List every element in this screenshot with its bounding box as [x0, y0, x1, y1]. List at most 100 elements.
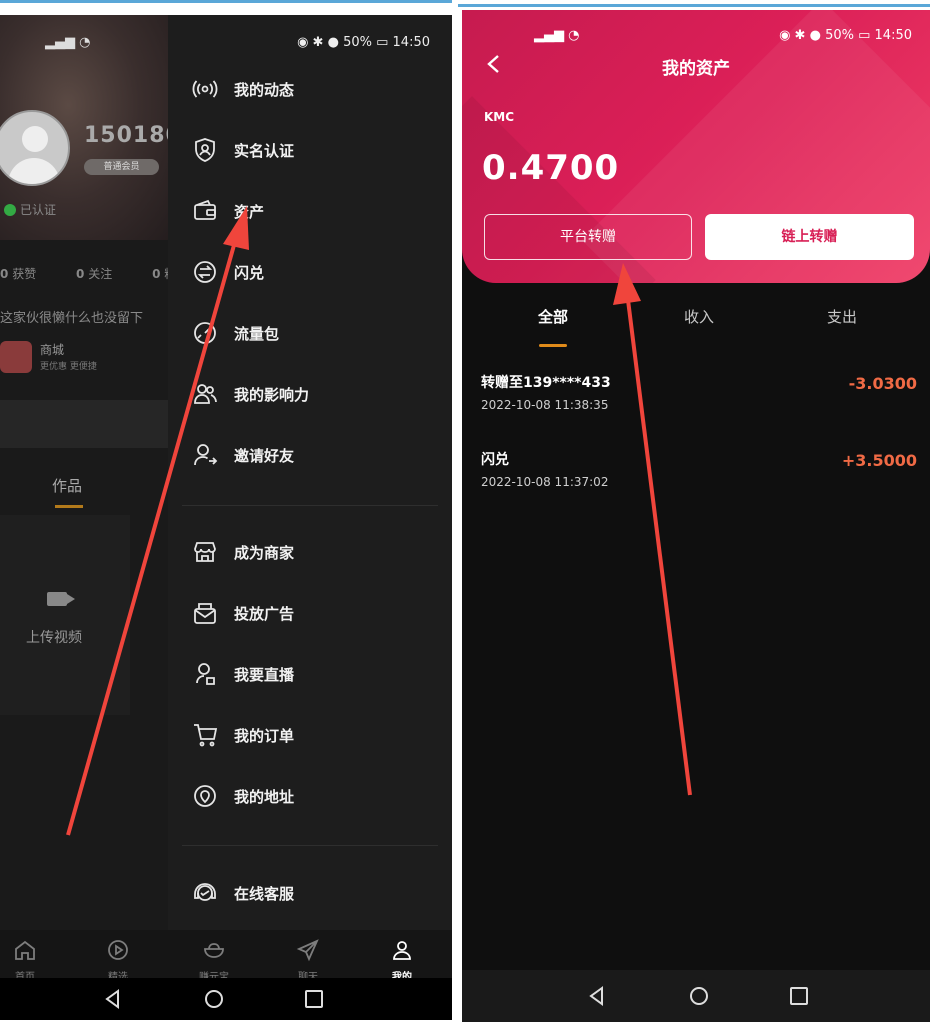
drawer-item-assets[interactable]: 资产: [190, 191, 440, 231]
nav-featured[interactable]: 精选: [88, 938, 148, 983]
transaction-row[interactable]: 闪兑 2022-10-08 11:37:02 +3.5000: [481, 449, 917, 499]
play-icon: [108, 940, 128, 960]
ingot-icon: [204, 943, 224, 958]
nav-mine[interactable]: 我的: [372, 938, 432, 983]
drawer-label: 我的订单: [234, 726, 295, 745]
verified-status: 已认证: [4, 201, 56, 218]
recents-square-icon[interactable]: [788, 985, 810, 1007]
drawer-item-orders[interactable]: 我的订单: [190, 715, 440, 755]
system-nav-bar: [462, 970, 930, 1022]
drawer-label: 我的影响力: [234, 385, 310, 404]
location-icon: [190, 781, 220, 811]
upload-video-button[interactable]: 上传视频: [0, 515, 130, 715]
stat-likes[interactable]: 0 获赞: [0, 267, 54, 281]
section-divider: [0, 400, 170, 448]
drawer-label: 投放广告: [234, 604, 295, 623]
platform-transfer-button[interactable]: 平台转赠: [484, 214, 692, 260]
top-border-left: [0, 0, 452, 12]
side-drawer: ◉ ✱ ● 50% ▭ 14:50 我的动态 实名认证 资产 闪兑 流量包 我的…: [168, 15, 452, 930]
send-icon: [296, 939, 319, 962]
drawer-label: 我的地址: [234, 787, 295, 806]
check-circle-icon: [4, 204, 16, 216]
add-user-icon: [190, 440, 220, 470]
status-bar: ◉ ✱ ● 50% ▭ 14:50: [779, 28, 912, 43]
drawer-item-real-name[interactable]: 实名认证: [190, 130, 440, 170]
page-title: 我的资产: [662, 59, 730, 79]
member-badge: 普通会员: [84, 159, 159, 175]
token-symbol: KMC: [484, 110, 515, 124]
drawer-item-online-support[interactable]: 在线客服: [190, 873, 440, 913]
shop-entry[interactable]: 商城 更优惠 更便捷: [0, 337, 170, 377]
drawer-item-become-merchant[interactable]: 成为商家: [190, 532, 440, 572]
drawer-item-invite-friends[interactable]: 邀请好友: [190, 435, 440, 475]
drawer-divider: [182, 505, 438, 506]
drawer-divider: [182, 845, 438, 846]
tab-all[interactable]: 全部: [503, 306, 603, 327]
onchain-transfer-button[interactable]: 链上转赠: [705, 214, 914, 260]
tab-works[interactable]: 作品: [52, 475, 82, 496]
drawer-item-address[interactable]: 我的地址: [190, 776, 440, 816]
transaction-amount: +3.5000: [841, 451, 917, 470]
tab-income[interactable]: 收入: [649, 306, 749, 327]
transaction-time: 2022-10-08 11:37:02: [481, 475, 609, 489]
people-icon: [190, 379, 220, 409]
tab-expense[interactable]: 支出: [792, 306, 892, 327]
status-signal-icons: ▂▄▆ ◔: [534, 28, 580, 43]
filter-tabs: 全部 收入 支出: [462, 306, 930, 346]
live-icon: [190, 659, 220, 689]
stat-following[interactable]: 0 关注: [76, 267, 130, 281]
transaction-time: 2022-10-08 11:38:35: [481, 398, 609, 412]
shop-icon: [0, 341, 32, 373]
nav-chat[interactable]: 聊天: [278, 938, 338, 983]
drawer-item-influence[interactable]: 我的影响力: [190, 374, 440, 414]
drawer-label: 我要直播: [234, 665, 295, 684]
transaction-name: 转赠至139****433: [481, 375, 611, 391]
top-border-right: [458, 4, 930, 8]
video-camera-icon: [47, 592, 75, 606]
transaction-name: 闪兑: [481, 452, 509, 468]
cart-icon: [190, 720, 220, 750]
tab-indicator: [539, 344, 567, 347]
drawer-item-data-pack[interactable]: 流量包: [190, 313, 440, 353]
recents-square-icon[interactable]: [303, 988, 325, 1010]
user-icon: [393, 941, 411, 960]
drawer-label: 我的动态: [234, 80, 295, 99]
back-triangle-icon[interactable]: [102, 988, 124, 1010]
broadcast-icon: [190, 74, 220, 104]
transaction-amount: -3.0300: [848, 374, 917, 393]
exchange-icon: [190, 257, 220, 287]
status-bar: ◉ ✱ ● 50% ▭ 14:50: [297, 35, 430, 50]
nav-home[interactable]: 首页: [0, 938, 55, 983]
drawer-label: 闪兑: [234, 263, 265, 282]
store-icon: [190, 537, 220, 567]
ad-mail-icon: [190, 598, 220, 628]
system-nav-bar: [0, 978, 452, 1020]
nav-earn[interactable]: 赚元宝: [184, 938, 244, 983]
left-phone-screen: ▂▄▆ ◔ 150180 普通会员 已认证 0 获赞 0 关注 0 粉丝 这家伙…: [0, 15, 452, 1020]
transaction-row[interactable]: 转赠至139****433 2022-10-08 11:38:35 -3.030…: [481, 372, 917, 422]
home-circle-icon[interactable]: [688, 985, 710, 1007]
upload-video-label: 上传视频: [26, 630, 82, 646]
drawer-item-my-feed[interactable]: 我的动态: [190, 69, 440, 109]
home-icon: [15, 940, 35, 960]
shop-title: 商城: [40, 343, 65, 357]
drawer-item-ads[interactable]: 投放广告: [190, 593, 440, 633]
drawer-label: 在线客服: [234, 884, 295, 903]
drawer-label: 邀请好友: [234, 446, 295, 465]
profile-panel-dimmed[interactable]: ▂▄▆ ◔ 150180 普通会员 已认证 0 获赞 0 关注 0 粉丝 这家伙…: [0, 15, 188, 930]
headset-icon: [190, 878, 220, 908]
drawer-label: 流量包: [234, 324, 280, 343]
status-signal-icons: ▂▄▆ ◔: [45, 35, 91, 50]
gauge-icon: [190, 318, 220, 348]
wallet-icon: [190, 196, 220, 226]
back-triangle-icon[interactable]: [586, 985, 608, 1007]
asset-balance: 0.4700: [482, 148, 620, 188]
right-phone-screen: ▂▄▆ ◔ ◉ ✱ ● 50% ▭ 14:50 我的资产 KMC 0.4700 …: [462, 10, 930, 1022]
drawer-item-go-live[interactable]: 我要直播: [190, 654, 440, 694]
shop-subtitle: 更优惠 更便捷: [40, 362, 97, 372]
drawer-item-flash-exchange[interactable]: 闪兑: [190, 252, 440, 292]
drawer-label: 实名认证: [234, 141, 295, 160]
drawer-label: 资产: [234, 202, 265, 221]
home-circle-icon[interactable]: [203, 988, 225, 1010]
drawer-label: 成为商家: [234, 543, 295, 562]
